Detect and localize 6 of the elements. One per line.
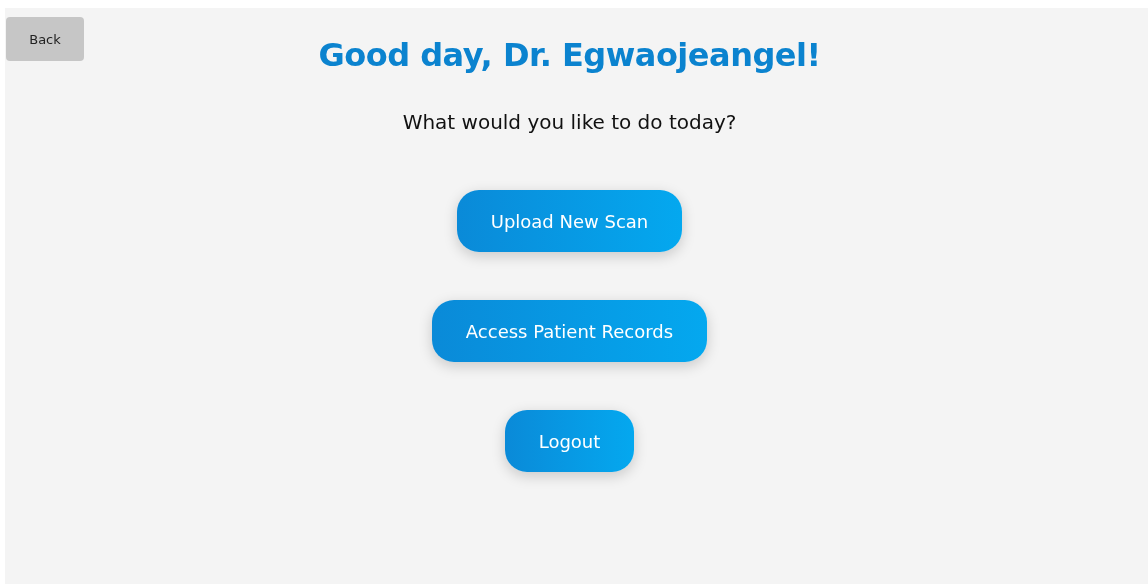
back-button[interactable]: Back bbox=[6, 17, 84, 61]
action-button[interactable]: Access Patient Records bbox=[431, 300, 708, 362]
action-button[interactable]: Upload New Scan bbox=[456, 190, 683, 252]
prompt-text: What would you like to do today? bbox=[402, 110, 737, 134]
action-button[interactable]: Logout bbox=[504, 410, 635, 472]
greeting-title: Good day, Dr. Egwaojeangel! bbox=[318, 36, 821, 74]
